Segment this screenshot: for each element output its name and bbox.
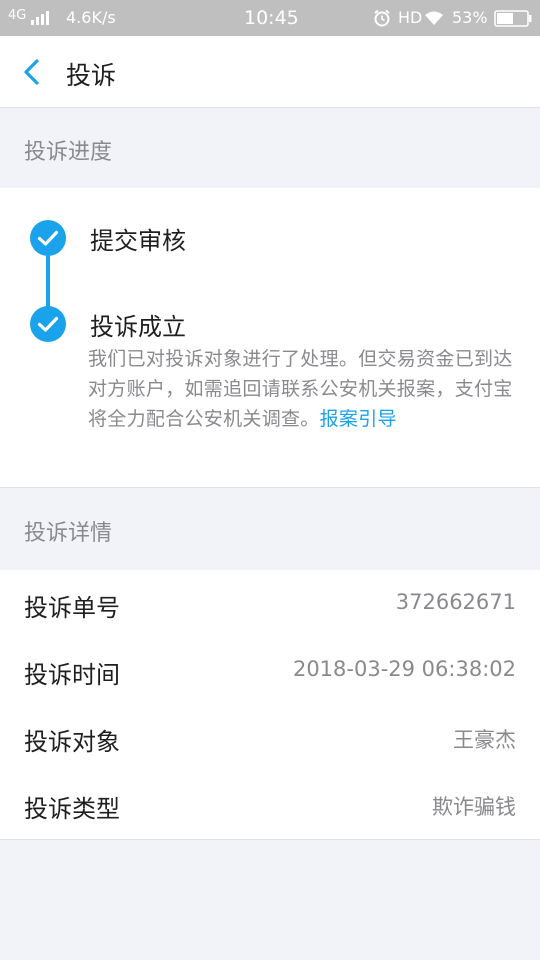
step-submitted-title: 提交审核 bbox=[90, 227, 186, 255]
battery-icon bbox=[494, 10, 532, 27]
detail-label: 投诉对象 bbox=[24, 728, 120, 756]
hd-indicator: HD bbox=[398, 8, 423, 27]
step-established-check-icon bbox=[30, 306, 66, 342]
status-bar: 4G 4.6K/s 10:45 HD 53% bbox=[0, 0, 540, 36]
detail-value: 欺诈骗钱 bbox=[432, 795, 516, 819]
battery-percent: 53% bbox=[452, 8, 488, 27]
detail-value: 2018-03-29 06:38:02 bbox=[292, 657, 516, 681]
detail-row-complaint-time: 投诉时间 2018-03-29 06:38:02 bbox=[0, 637, 540, 704]
clock: 10:45 bbox=[244, 7, 299, 29]
detail-row-complaint-type: 投诉类型 欺诈骗钱 bbox=[0, 771, 540, 838]
detail-label: 投诉单号 bbox=[24, 594, 120, 622]
detail-label: 投诉类型 bbox=[24, 795, 120, 823]
back-arrow-icon[interactable] bbox=[20, 58, 44, 86]
network-speed: 4.6K/s bbox=[66, 8, 116, 27]
detail-label: 投诉时间 bbox=[24, 661, 120, 689]
step-description-text: 我们已对投诉对象进行了处理。但交易资金已到达对方账户，如需追回请联系公安机关报案… bbox=[88, 348, 513, 430]
progress-section-header: 投诉进度 bbox=[0, 108, 540, 188]
detail-row-complaint-number: 投诉单号 372662671 bbox=[0, 570, 540, 637]
progress-section-title: 投诉进度 bbox=[24, 140, 113, 165]
alarm-icon bbox=[374, 9, 390, 27]
details-section-title: 投诉详情 bbox=[24, 521, 113, 546]
detail-value: 王豪杰 bbox=[453, 728, 516, 752]
report-guide-link[interactable]: 报案引导 bbox=[320, 408, 397, 430]
step-established-description: 我们已对投诉对象进行了处理。但交易资金已到达对方账户，如需追回请联系公安机关报案… bbox=[88, 344, 516, 434]
details-section-header: 投诉详情 bbox=[0, 489, 540, 569]
wifi-icon bbox=[425, 11, 443, 25]
nav-bar: 投诉 bbox=[0, 36, 540, 108]
details-card: 投诉单号 372662671 投诉时间 2018-03-29 06:38:02 … bbox=[0, 570, 540, 840]
progress-card bbox=[0, 188, 540, 488]
page-title: 投诉 bbox=[66, 61, 117, 90]
signal-icon bbox=[31, 11, 49, 25]
detail-value: 372662671 bbox=[395, 590, 516, 614]
detail-row-complaint-target: 投诉对象 王豪杰 bbox=[0, 704, 540, 771]
step-established-title: 投诉成立 bbox=[90, 313, 186, 341]
step-submitted-check-icon bbox=[30, 220, 66, 256]
network-type: 4G bbox=[8, 8, 27, 23]
progress-connector-line bbox=[46, 248, 50, 308]
